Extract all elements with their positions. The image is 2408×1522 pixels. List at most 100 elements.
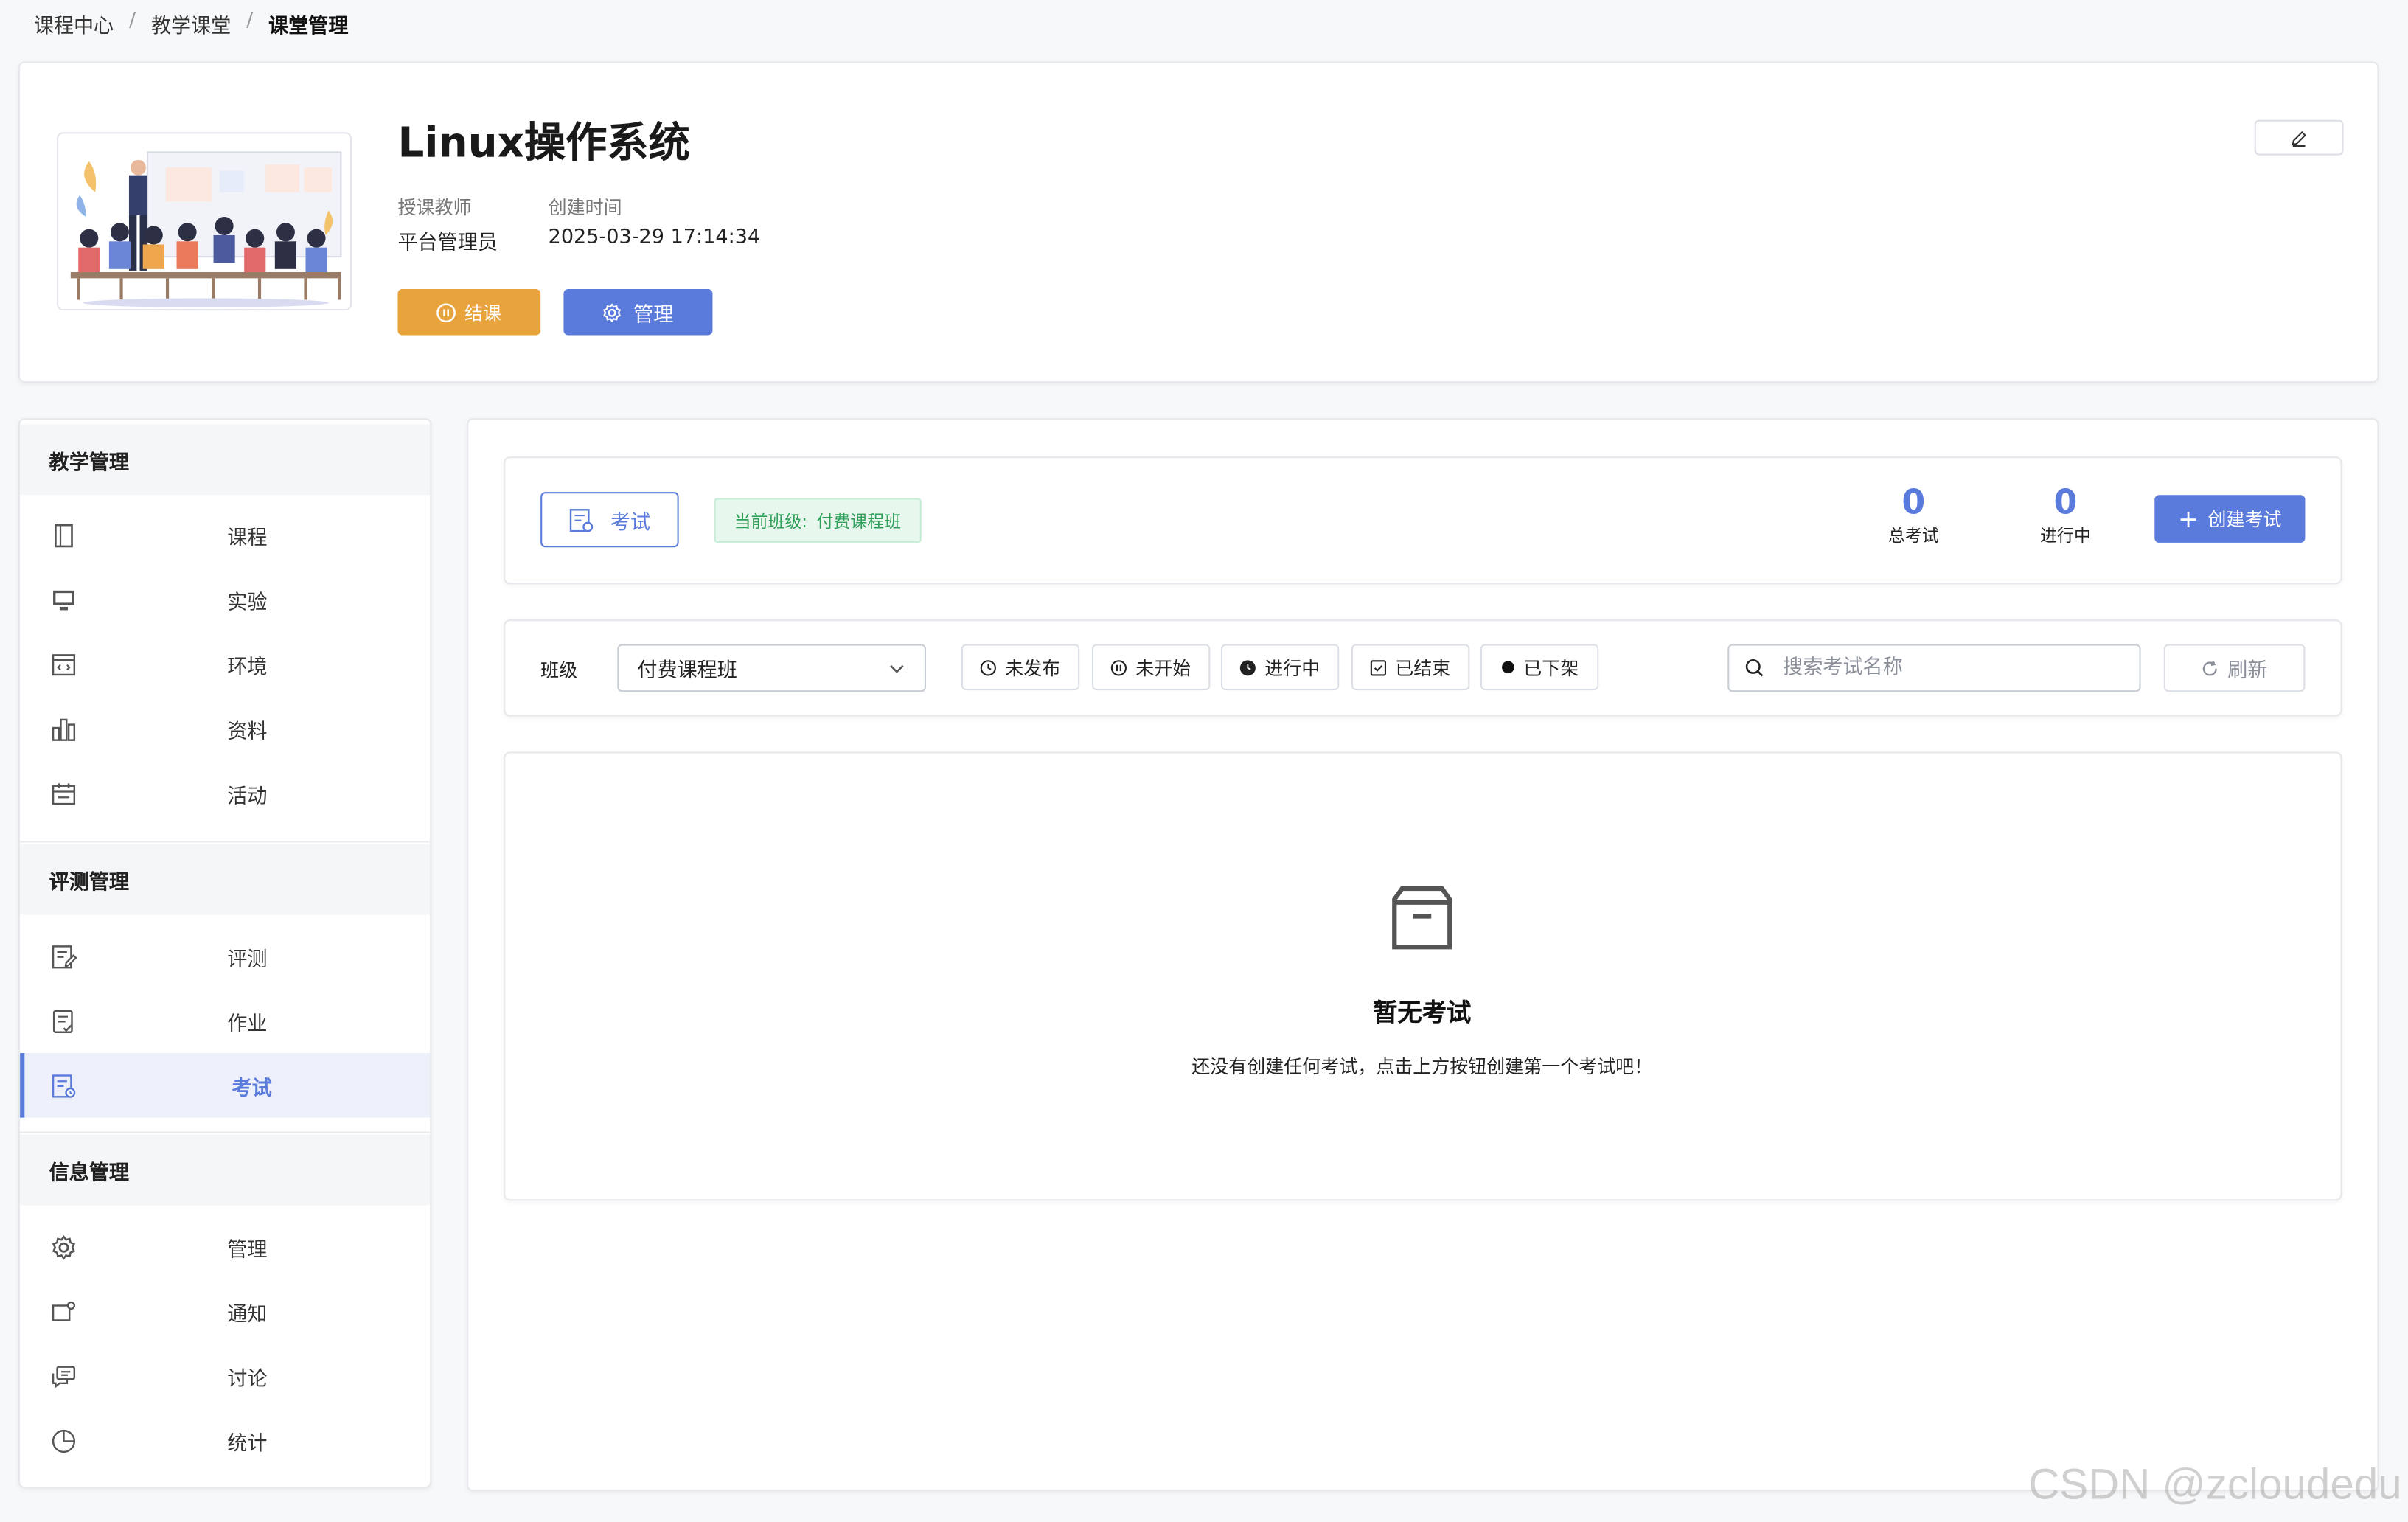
chat-icon: [52, 1366, 76, 1389]
current-class-label: 当前班级:: [734, 511, 808, 532]
breadcrumb: 课程中心 / 教学课堂 / 课堂管理: [34, 10, 349, 39]
sidebar-item-label: 作业: [227, 1012, 268, 1036]
refresh-button[interactable]: 刷新: [2163, 644, 2306, 692]
sidebar-section-assessment: 评测管理: [20, 844, 431, 915]
manage-course-label: 管理: [633, 303, 674, 327]
gear-icon: [52, 1235, 76, 1260]
dot-icon: [1502, 661, 1514, 674]
filter-label: 进行中: [1264, 657, 1320, 679]
filter-not-started[interactable]: 未开始: [1091, 644, 1211, 691]
filter-label: 已下架: [1523, 657, 1579, 679]
refresh-label: 刷新: [2227, 659, 2268, 683]
filter-label: 未开始: [1135, 657, 1191, 679]
course-header-card: Linux操作系统 授课教师 平台管理员 创建时间 2025-03-29 17:…: [18, 61, 2379, 383]
clock-filled-icon: [1240, 659, 1256, 675]
refresh-icon: [2203, 659, 2218, 675]
breadcrumb-item-course-center[interactable]: 课程中心: [34, 10, 114, 38]
manage-course-button[interactable]: 管理: [563, 288, 713, 336]
sidebar-item-label: 资料: [227, 720, 268, 744]
current-class-value: 付费课程班: [816, 511, 902, 532]
exam-list-panel: [504, 751, 2342, 1201]
stat-in-progress: 0 进行中: [2019, 484, 2112, 547]
current-class-badge: 当前班级: 付费课程班: [714, 498, 922, 543]
teacher-value: 平台管理员: [397, 232, 498, 256]
stat-total-exams: 0 总考试: [1868, 484, 1960, 547]
course-title: Linux操作系统: [397, 119, 690, 168]
class-select[interactable]: 付费课程班: [617, 644, 926, 692]
breadcrumb-separator: /: [128, 9, 136, 32]
filter-removed[interactable]: 已下架: [1480, 644, 1599, 691]
sidebar-item-notice[interactable]: 通知: [20, 1279, 430, 1344]
class-filter-label: 班级: [540, 659, 578, 681]
exam-icon: [570, 508, 594, 532]
clock-icon: [981, 659, 997, 675]
create-exam-label: 创建考试: [2207, 509, 2282, 531]
class-select-value: 付费课程班: [637, 659, 737, 683]
pause-circle-icon: [437, 302, 456, 322]
tab-exam[interactable]: 考试: [540, 492, 679, 548]
sidebar-item-discussion[interactable]: 讨论: [20, 1344, 430, 1408]
teacher-label: 授课教师: [397, 196, 472, 219]
sidebar-divider: [20, 841, 431, 843]
sidebar-item-label: 活动: [227, 785, 268, 808]
book-icon: [55, 524, 73, 548]
sidebar-item-evaluation[interactable]: 评测: [20, 924, 430, 989]
stat-in-progress-value: 0: [2053, 484, 2078, 523]
sidebar-item-lab[interactable]: 实验: [20, 567, 430, 632]
filter-label: 未发布: [1005, 657, 1061, 679]
sidebar-item-environment[interactable]: 环境: [20, 632, 430, 697]
empty-state-title: 暂无考试: [1373, 998, 1472, 1027]
sidebar-item-label: 环境: [227, 656, 268, 679]
sidebar-item-course[interactable]: 课程: [20, 503, 430, 568]
sidebar-item-homework[interactable]: 作业: [20, 989, 430, 1054]
search-icon: [1745, 659, 1764, 677]
sidebar-item-manage[interactable]: 管理: [20, 1215, 430, 1279]
sidebar-item-exam[interactable]: 考试: [20, 1053, 431, 1118]
stat-total-label: 总考试: [1887, 526, 1939, 546]
sidebar-item-materials[interactable]: 资料: [20, 696, 430, 761]
monitor-icon: [53, 590, 74, 611]
end-course-label: 结课: [464, 302, 502, 324]
bar-chart-icon: [52, 718, 76, 741]
create-exam-button[interactable]: + 创建考试: [2154, 495, 2306, 543]
sidebar: 教学管理 课程 实验 环境 资料 活动 评测管理 评测 作业 考试 信息管理 管…: [18, 418, 432, 1489]
pie-chart-icon: [52, 1429, 76, 1453]
sidebar-section-teaching: 教学管理: [20, 424, 431, 496]
filter-unpublished[interactable]: 未发布: [961, 644, 1080, 691]
code-window-icon: [52, 654, 76, 676]
stat-in-progress-label: 进行中: [2040, 526, 2091, 546]
edit-course-button[interactable]: [2254, 119, 2344, 156]
check-doc-icon: [52, 1010, 73, 1033]
sidebar-item-label: 实验: [227, 591, 268, 614]
notification-icon: [52, 1301, 76, 1321]
filter-ended[interactable]: 已结束: [1351, 644, 1470, 691]
checkbox-icon: [1371, 659, 1388, 675]
pencil-icon: [2292, 130, 2306, 147]
exam-icon: [52, 1074, 76, 1098]
plus-icon: +: [2178, 503, 2199, 533]
empty-state-message: 还没有创建任何考试，点击上方按钮创建第一个考试吧！: [1191, 1056, 1653, 1078]
sidebar-item-label: 评测: [227, 948, 268, 971]
search-input[interactable]: [1783, 656, 2121, 680]
gear-icon: [603, 302, 622, 322]
sidebar-item-label: 统计: [227, 1431, 268, 1456]
sidebar-item-label: 课程: [227, 527, 268, 550]
created-label: 创建时间: [548, 196, 622, 219]
sidebar-item-activity[interactable]: 活动: [20, 761, 430, 826]
sidebar-item-label: 管理: [227, 1238, 268, 1262]
calendar-icon: [52, 783, 76, 805]
edit-doc-icon: [52, 945, 77, 969]
pause-circle-icon: [1111, 659, 1127, 675]
breadcrumb-item-classroom[interactable]: 教学课堂: [151, 10, 231, 38]
sidebar-section-info: 信息管理: [20, 1134, 431, 1206]
sidebar-divider: [20, 1131, 431, 1133]
course-cover-image: [57, 132, 352, 311]
tab-exam-label: 考试: [610, 511, 651, 535]
end-course-button[interactable]: 结课: [397, 288, 541, 336]
sidebar-item-statistics[interactable]: 统计: [20, 1408, 430, 1473]
created-value: 2025-03-29 17:14:34: [548, 226, 761, 249]
sidebar-item-label: 考试: [232, 1077, 272, 1100]
filter-in-progress[interactable]: 进行中: [1220, 644, 1340, 691]
watermark: CSDN @zcloudedu: [2028, 1460, 2402, 1509]
sidebar-item-label: 通知: [227, 1302, 268, 1327]
